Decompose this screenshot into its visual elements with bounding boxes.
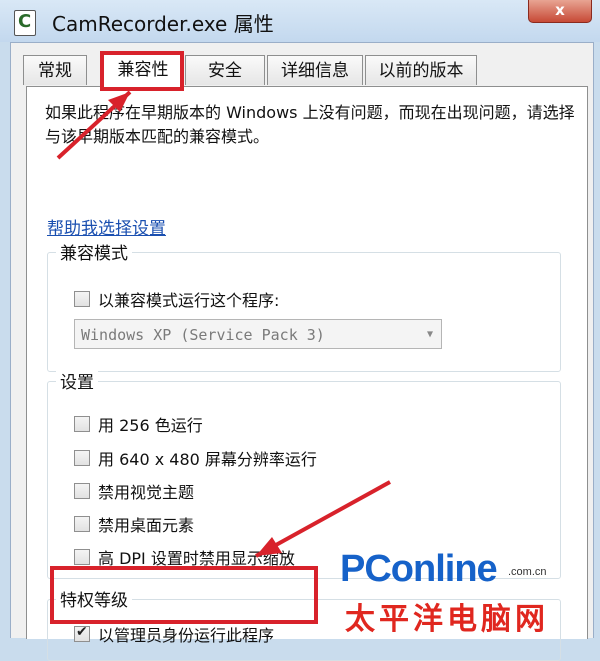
watermark-domain: .com.cn [508, 566, 547, 578]
watermark-brand: PConline [340, 548, 498, 590]
watermark-cn-name: 太平洋电脑网 [345, 602, 549, 637]
annotation-arrow [56, 90, 132, 160]
annotation-arrow [255, 480, 391, 558]
annotation-arrows [56, 90, 391, 558]
